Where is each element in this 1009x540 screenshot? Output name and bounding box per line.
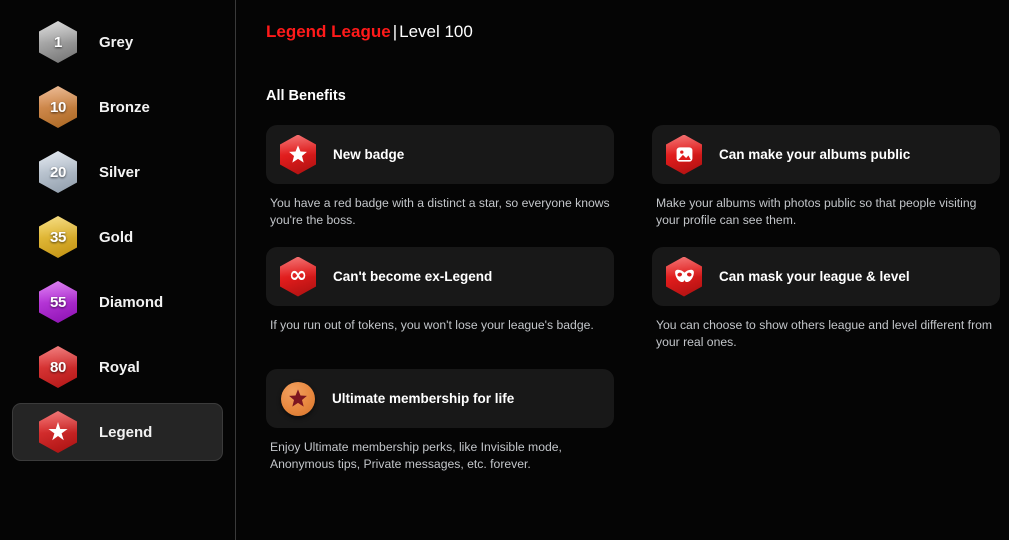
benefits-grid: New badge You have a red badge with a dis… — [266, 125, 1000, 491]
benefit-card[interactable]: Can mask your league & level — [652, 247, 1000, 306]
sidebar-item-label: Silver — [99, 163, 140, 181]
mask-hexagon-icon — [666, 256, 702, 297]
hexagon-badge-bronze-wrap: 10 — [39, 86, 77, 128]
star-glyph — [289, 389, 307, 407]
sidebar-item-diamond[interactable]: 55 Diamond — [12, 273, 223, 331]
star-hexagon-icon — [280, 134, 316, 175]
sidebar-item-grey[interactable]: 1 Grey — [12, 13, 223, 71]
sidebar-item-badge-number: 35 — [49, 228, 67, 246]
sidebar-item-label: Bronze — [99, 98, 150, 116]
sidebar-item-badge-number: 10 — [49, 98, 67, 116]
hexagon-badge-bronze: 10 — [39, 86, 77, 128]
benefit-item: Can mask your league & level You can choo… — [652, 247, 1000, 350]
sidebar-item-badge-number: 20 — [49, 163, 67, 181]
league-benefits-screen: 1 Grey 10 Bronze 20 Silver 35 Gold 55 Diamond 80 Ro… — [0, 0, 1009, 540]
benefit-item: ∞ Can't become ex-Legend If you run out of… — [266, 247, 614, 350]
sidebar-item-legend[interactable]: Legend — [12, 403, 223, 461]
star-circle-icon — [281, 381, 315, 416]
benefit-card[interactable]: Can make your albums public — [652, 125, 1000, 184]
hexagon-badge-grey: 1 — [39, 21, 77, 63]
sidebar-item-badge-number: 80 — [49, 358, 67, 376]
benefit-description: If you run out of tokens, you won't lose… — [270, 318, 594, 332]
benefit-title: New badge — [333, 147, 405, 162]
sidebar-item-royal[interactable]: 80 Royal — [12, 338, 223, 396]
page-title-separator: | — [392, 22, 398, 41]
sidebar-item-badge-number: 55 — [49, 293, 67, 311]
sidebar-item-label: Royal — [99, 358, 140, 376]
sidebar-item-label: Grey — [99, 33, 134, 51]
sidebar-item-label: Diamond — [99, 293, 164, 311]
page-title-league-name: Legend League — [266, 22, 391, 41]
benefit-item: New badge You have a red badge with a dis… — [266, 125, 614, 228]
infinity-glyph: ∞ — [288, 262, 308, 288]
star-glyph — [48, 422, 68, 441]
benefit-description: You can choose to show others league and… — [656, 318, 993, 349]
benefit-title: Can make your albums public — [719, 147, 911, 162]
benefit-card[interactable]: New badge — [266, 125, 614, 184]
hexagon-badge-diamond: 55 — [39, 281, 77, 323]
benefit-card[interactable]: ∞ Can't become ex-Legend — [266, 247, 614, 306]
infinity-hexagon-icon: ∞ — [280, 256, 316, 297]
photo-hexagon-icon — [666, 134, 702, 175]
benefit-card[interactable]: Ultimate membership for life — [266, 369, 614, 428]
benefit-title: Ultimate membership for life — [332, 391, 515, 406]
main-content: Legend League | Level 100 All Benefits New… — [236, 0, 1009, 540]
sidebar-item-label: Gold — [99, 228, 134, 246]
page-title-level: Level 100 — [399, 22, 473, 41]
sidebar-item-label: Legend — [99, 423, 153, 441]
hexagon-badge-legend-wrap — [39, 411, 77, 453]
benefit-description: Enjoy Ultimate membership perks, like In… — [270, 440, 562, 471]
photo-glyph — [676, 147, 692, 162]
hexagon-badge-royal: 80 — [39, 346, 77, 388]
sidebar-item-gold[interactable]: 35 Gold — [12, 208, 223, 266]
benefit-description: You have a red badge with a distinct a s… — [270, 196, 610, 227]
hexagon-badge-grey-wrap: 1 — [39, 21, 77, 63]
star-glyph — [289, 145, 307, 163]
benefit-item: Ultimate membership for life Enjoy Ultima… — [266, 369, 614, 472]
hexagon-badge-diamond-wrap: 55 — [39, 281, 77, 323]
benefit-description: Make your albums with photos public so t… — [656, 196, 977, 227]
sidebar-item-silver[interactable]: 20 Silver — [12, 143, 223, 201]
benefit-title: Can mask your league & level — [719, 269, 910, 284]
hexagon-badge-gold-wrap: 35 — [39, 216, 77, 258]
hexagon-badge-silver: 20 — [39, 151, 77, 193]
benefits-heading: All Benefits — [266, 88, 346, 104]
hexagon-badge-royal-wrap: 80 — [39, 346, 77, 388]
leagues-sidebar: 1 Grey 10 Bronze 20 Silver 35 Gold 55 Diamond 80 Ro… — [0, 0, 236, 540]
hexagon-badge-silver-wrap: 20 — [39, 151, 77, 193]
sidebar-item-badge-number: 1 — [53, 33, 63, 51]
hexagon-badge-legend — [39, 411, 77, 453]
sidebar-item-bronze[interactable]: 10 Bronze — [12, 78, 223, 136]
page-title: Legend League | Level 100 — [266, 22, 1000, 42]
benefit-item: Can make your albums public Make your alb… — [652, 125, 1000, 228]
hexagon-badge-gold: 35 — [39, 216, 77, 258]
benefit-title: Can't become ex-Legend — [333, 269, 493, 284]
mask-glyph — [674, 269, 694, 283]
